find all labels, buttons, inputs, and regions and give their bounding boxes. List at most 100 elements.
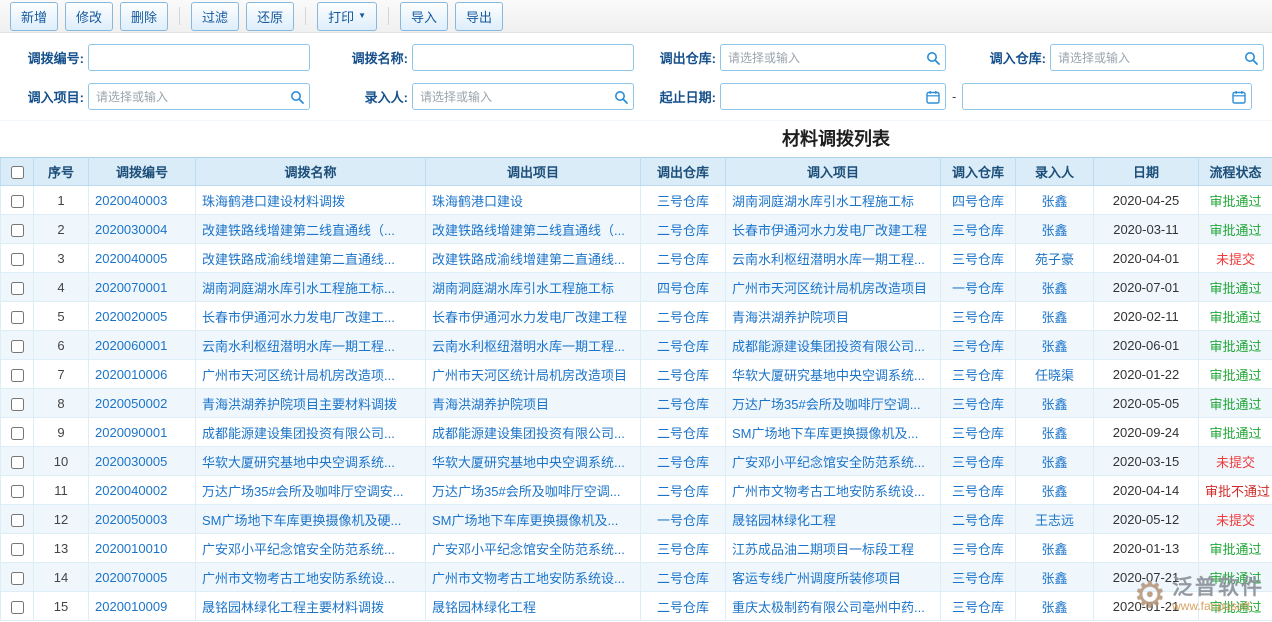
row-checkbox[interactable] xyxy=(11,253,24,266)
recorder-cell: 张鑫 xyxy=(1016,563,1094,592)
transfer-no-input[interactable] xyxy=(88,44,310,71)
row-checkbox[interactable] xyxy=(11,601,24,614)
row-checkbox[interactable] xyxy=(11,340,24,353)
table-row[interactable]: 9 2020090001 成都能源建设集团投资有限公司... 成都能源建设集团投… xyxy=(1,418,1272,447)
table-row[interactable]: 3 2020040005 改建铁路成渝线增建第二直通线... 改建铁路成渝线增建… xyxy=(1,244,1272,273)
out-warehouse-cell: 二号仓库 xyxy=(641,563,726,592)
table-row[interactable]: 4 2020070001 湖南洞庭湖水库引水工程施工标... 湖南洞庭湖水库引水… xyxy=(1,273,1272,302)
transfer-code-link[interactable]: 2020040002 xyxy=(95,483,167,498)
recorder-input[interactable] xyxy=(412,83,634,110)
row-checkbox[interactable] xyxy=(11,311,24,324)
transfer-code-link[interactable]: 2020040003 xyxy=(95,193,167,208)
table-row[interactable]: 8 2020050002 青海洪湖养护院项目主要材料调拨 青海洪湖养护院项目 二… xyxy=(1,389,1272,418)
row-checkbox-cell xyxy=(1,331,34,360)
in-warehouse-cell: 三号仓库 xyxy=(941,244,1016,273)
table-row[interactable]: 7 2020010006 广州市天河区统计局机房改造项... 广州市天河区统计局… xyxy=(1,360,1272,389)
row-checkbox[interactable] xyxy=(11,485,24,498)
in-project-cell: 广州市文物考古工地安防系统设... xyxy=(726,476,941,505)
in-warehouse-cell: 三号仓库 xyxy=(941,563,1016,592)
table-row[interactable]: 1 2020040003 珠海鹤港口建设材料调拨 珠海鹤港口建设 三号仓库 湖南… xyxy=(1,186,1272,215)
toolbar-button-filter[interactable]: 过滤 xyxy=(191,2,239,31)
toolbar-button-import[interactable]: 导入 xyxy=(400,2,448,31)
transfer-code-link[interactable]: 2020030004 xyxy=(95,222,167,237)
transfer-name-cell: 改建铁路线增建第二线直通线（... xyxy=(196,215,426,244)
transfer-code-link[interactable]: 2020070001 xyxy=(95,280,167,295)
calendar-icon[interactable] xyxy=(1232,90,1246,104)
table-row[interactable]: 5 2020020005 长春市伊通河水力发电厂改建工... 长春市伊通河水力发… xyxy=(1,302,1272,331)
row-checkbox-cell xyxy=(1,505,34,534)
row-checkbox[interactable] xyxy=(11,195,24,208)
date-cell: 2020-07-21 xyxy=(1094,563,1199,592)
date-cell: 2020-04-25 xyxy=(1094,186,1199,215)
transfer-code-cell: 2020090001 xyxy=(89,418,196,447)
calendar-icon[interactable] xyxy=(926,90,940,104)
table-row[interactable]: 15 2020010009 晟铭园林绿化工程主要材料调拨 晟铭园林绿化工程 二号… xyxy=(1,592,1272,621)
table-row[interactable]: 12 2020050003 SM广场地下车库更换摄像机及硬... SM广场地下车… xyxy=(1,505,1272,534)
recorder-cell: 张鑫 xyxy=(1016,302,1094,331)
recorder-cell: 苑子豪 xyxy=(1016,244,1094,273)
search-icon[interactable] xyxy=(1244,51,1258,65)
table-header-row: 序号调拨编号调拨名称调出项目调出仓库调入项目调入仓库录入人日期流程状态 xyxy=(1,158,1272,186)
date-cell: 2020-01-13 xyxy=(1094,534,1199,563)
out-warehouse-input[interactable] xyxy=(720,44,946,71)
table-row[interactable]: 14 2020070005 广州市文物考古工地安防系统设... 广州市文物考古工… xyxy=(1,563,1272,592)
select-all-checkbox[interactable] xyxy=(11,166,24,179)
in-project-input[interactable] xyxy=(88,83,310,110)
row-checkbox[interactable] xyxy=(11,427,24,440)
table-row[interactable]: 10 2020030005 华软大厦研究基地中央空调系统... 华软大厦研究基地… xyxy=(1,447,1272,476)
transfer-code-link[interactable]: 2020040005 xyxy=(95,251,167,266)
row-checkbox[interactable] xyxy=(11,456,24,469)
transfer-code-link[interactable]: 2020090001 xyxy=(95,425,167,440)
column-header: 流程状态 xyxy=(1199,158,1272,186)
toolbar-button-edit[interactable]: 修改 xyxy=(65,2,113,31)
row-checkbox[interactable] xyxy=(11,224,24,237)
row-checkbox[interactable] xyxy=(11,572,24,585)
search-icon[interactable] xyxy=(926,51,940,65)
in-warehouse-cell: 三号仓库 xyxy=(941,302,1016,331)
in-warehouse-cell: 三号仓库 xyxy=(941,360,1016,389)
toolbar-button-export[interactable]: 导出 xyxy=(455,2,503,31)
row-checkbox[interactable] xyxy=(11,514,24,527)
search-icon[interactable] xyxy=(614,90,628,104)
table-row[interactable]: 6 2020060001 云南水利枢纽潜明水库一期工程... 云南水利枢纽潜明水… xyxy=(1,331,1272,360)
row-checkbox[interactable] xyxy=(11,543,24,556)
transfer-name-cell: 广州市文物考古工地安防系统设... xyxy=(196,563,426,592)
row-checkbox-cell xyxy=(1,418,34,447)
transfer-name-cell: 晟铭园林绿化工程主要材料调拨 xyxy=(196,592,426,621)
search-icon[interactable] xyxy=(290,90,304,104)
table-row[interactable]: 2 2020030004 改建铁路线增建第二线直通线（... 改建铁路线增建第二… xyxy=(1,215,1272,244)
toolbar-button-restore[interactable]: 还原 xyxy=(246,2,294,31)
in-warehouse-input[interactable] xyxy=(1050,44,1264,71)
out-warehouse-cell: 二号仓库 xyxy=(641,215,726,244)
row-checkbox[interactable] xyxy=(11,398,24,411)
row-checkbox[interactable] xyxy=(11,282,24,295)
transfer-code-link[interactable]: 2020050002 xyxy=(95,396,167,411)
table-row[interactable]: 13 2020010010 广安邓小平纪念馆安全防范系统... 广安邓小平纪念馆… xyxy=(1,534,1272,563)
toolbar-button-print[interactable]: 打印▼ xyxy=(317,2,377,31)
status-cell: 审批通过 xyxy=(1199,389,1272,418)
transfer-code-link[interactable]: 2020010006 xyxy=(95,367,167,382)
recorder-cell: 张鑫 xyxy=(1016,273,1094,302)
toolbar-button-delete[interactable]: 删除 xyxy=(120,2,168,31)
transfer-name-input[interactable] xyxy=(412,44,634,71)
end-date-input[interactable] xyxy=(962,83,1252,110)
row-seq-cell: 9 xyxy=(34,418,89,447)
transfer-code-link[interactable]: 2020070005 xyxy=(95,570,167,585)
transfer-code-link[interactable]: 2020050003 xyxy=(95,512,167,527)
in-project-cell: 晟铭园林绿化工程 xyxy=(726,505,941,534)
transfer-code-link[interactable]: 2020010009 xyxy=(95,599,167,614)
row-checkbox[interactable] xyxy=(11,369,24,382)
toolbar-button-add[interactable]: 新增 xyxy=(10,2,58,31)
transfer-code-link[interactable]: 2020060001 xyxy=(95,338,167,353)
date-cell: 2020-01-21 xyxy=(1094,592,1199,621)
transfer-code-cell: 2020040003 xyxy=(89,186,196,215)
transfer-code-link[interactable]: 2020010010 xyxy=(95,541,167,556)
transfer-code-link[interactable]: 2020030005 xyxy=(95,454,167,469)
recorder-cell: 张鑫 xyxy=(1016,389,1094,418)
transfer-code-link[interactable]: 2020020005 xyxy=(95,309,167,324)
table-row[interactable]: 11 2020040002 万达广场35#会所及咖啡厅空调安... 万达广场35… xyxy=(1,476,1272,505)
column-header: 录入人 xyxy=(1016,158,1094,186)
start-date-input[interactable] xyxy=(720,83,946,110)
row-seq-cell: 13 xyxy=(34,534,89,563)
date-cell: 2020-07-01 xyxy=(1094,273,1199,302)
